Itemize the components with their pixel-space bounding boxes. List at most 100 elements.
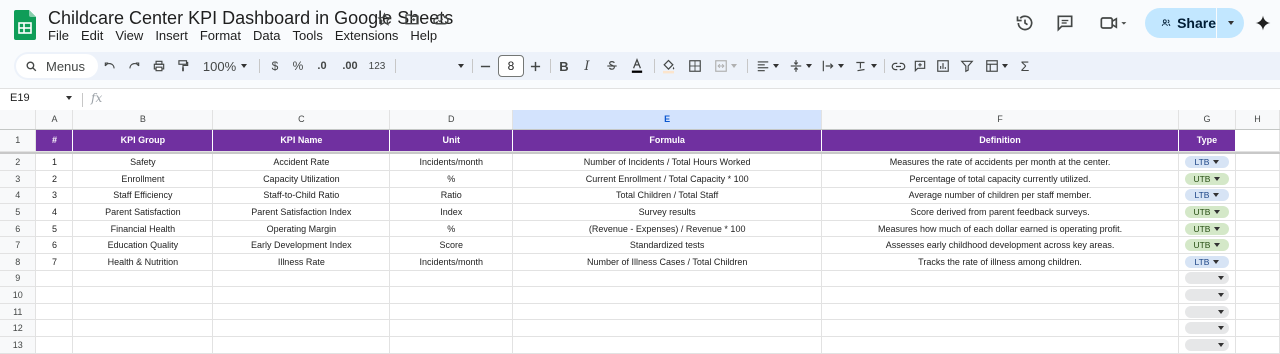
- share-button[interactable]: Share: [1145, 8, 1244, 38]
- column-header-e[interactable]: E: [512, 110, 823, 130]
- table-cell[interactable]: [1235, 129, 1280, 152]
- table-cell[interactable]: [1235, 220, 1280, 238]
- table-cell[interactable]: Number of Illness Cases / Total Children: [512, 253, 823, 271]
- table-cell[interactable]: [821, 336, 1179, 354]
- table-cell[interactable]: Education Quality: [72, 236, 214, 255]
- table-cell[interactable]: Measures the rate of accidents per month…: [821, 154, 1179, 172]
- type-dropdown-chip[interactable]: UTB: [1184, 206, 1229, 219]
- table-cell[interactable]: [35, 336, 74, 354]
- version-history-icon[interactable]: [1012, 10, 1038, 36]
- table-cell[interactable]: Number of Incidents / Total Hours Worked: [512, 154, 823, 172]
- column-header-g[interactable]: G: [1178, 110, 1236, 130]
- table-cell[interactable]: 2: [35, 170, 74, 188]
- row-header[interactable]: 13: [0, 336, 37, 354]
- table-cell[interactable]: (Revenue - Expenses) / Revenue * 100: [512, 220, 823, 238]
- italic-button[interactable]: I: [580, 56, 594, 76]
- table-cell[interactable]: [389, 286, 514, 304]
- table-cell[interactable]: Early Development Index: [212, 236, 391, 255]
- undo-icon[interactable]: [102, 56, 118, 76]
- table-cell[interactable]: [212, 303, 391, 321]
- table-cell[interactable]: Score: [389, 236, 514, 255]
- row-header[interactable]: 3: [0, 170, 37, 188]
- table-cell[interactable]: Capacity Utilization: [212, 170, 391, 188]
- column-header-h[interactable]: H: [1235, 110, 1280, 130]
- type-dropdown-chip[interactable]: UTB: [1184, 239, 1229, 252]
- table-cell[interactable]: [389, 270, 514, 288]
- vertical-align-icon[interactable]: [787, 56, 813, 76]
- table-cell[interactable]: Standardized tests: [512, 236, 823, 255]
- cloud-saved-icon[interactable]: [430, 9, 450, 29]
- row-header[interactable]: 2: [0, 154, 37, 172]
- table-cell[interactable]: [212, 270, 391, 288]
- table-cell[interactable]: [512, 286, 823, 304]
- menus-search[interactable]: Menus: [16, 54, 98, 78]
- table-cell[interactable]: Index: [389, 203, 514, 221]
- spreadsheet-grid[interactable]: A B C D E F G H 1 # KPI Group KPI Name U…: [0, 110, 1280, 354]
- table-cell[interactable]: Percentage of total capacity currently u…: [821, 170, 1179, 188]
- table-cell[interactable]: Health & Nutrition: [72, 253, 214, 271]
- increase-decimal-button[interactable]: .00: [339, 56, 361, 76]
- table-cell[interactable]: [821, 286, 1179, 304]
- table-cell[interactable]: [212, 319, 391, 338]
- row-header[interactable]: 10: [0, 286, 37, 304]
- borders-icon[interactable]: [687, 56, 703, 76]
- insert-link-icon[interactable]: [890, 56, 906, 76]
- gemini-icon[interactable]: [1250, 10, 1276, 36]
- type-dropdown-chip[interactable]: LTB: [1184, 189, 1229, 202]
- horizontal-align-icon[interactable]: [754, 56, 780, 76]
- text-color-icon[interactable]: [629, 56, 645, 76]
- empty-dropdown-chip[interactable]: [1184, 322, 1229, 335]
- functions-icon[interactable]: Σ: [1017, 56, 1033, 76]
- table-cell[interactable]: Assesses early childhood development acr…: [821, 236, 1179, 255]
- print-icon[interactable]: [151, 56, 167, 76]
- table-cell[interactable]: Current Enrollment / Total Capacity * 10…: [512, 170, 823, 188]
- table-cell[interactable]: [389, 303, 514, 321]
- table-cell[interactable]: Incidents/month: [389, 253, 514, 271]
- table-cell[interactable]: Staff-to-Child Ratio: [212, 187, 391, 205]
- table-cell[interactable]: [512, 270, 823, 288]
- fill-color-icon[interactable]: [660, 56, 676, 76]
- row-header[interactable]: 4: [0, 187, 37, 205]
- row-header[interactable]: 7: [0, 236, 37, 255]
- menu-help[interactable]: Help: [410, 28, 443, 43]
- table-cell[interactable]: [512, 303, 823, 321]
- row-header[interactable]: 1: [0, 129, 37, 152]
- table-cell[interactable]: Score derived from parent feedback surve…: [821, 203, 1179, 221]
- decrease-decimal-button[interactable]: .0: [313, 56, 331, 76]
- header-cell-number[interactable]: #: [35, 129, 74, 152]
- name-box[interactable]: E19: [10, 92, 72, 104]
- share-dropdown[interactable]: [1217, 21, 1244, 25]
- table-cell[interactable]: [1235, 303, 1280, 321]
- table-cell[interactable]: [72, 303, 214, 321]
- table-cell[interactable]: [35, 286, 74, 304]
- table-cell[interactable]: [1235, 170, 1280, 188]
- table-cell[interactable]: [1235, 154, 1280, 172]
- row-header[interactable]: 11: [0, 303, 37, 321]
- number-format-button[interactable]: 123: [366, 56, 388, 76]
- table-cell[interactable]: Illness Rate: [212, 253, 391, 271]
- table-cell[interactable]: [35, 303, 74, 321]
- empty-dropdown-chip[interactable]: [1184, 272, 1229, 285]
- menu-insert[interactable]: Insert: [155, 28, 194, 43]
- redo-icon[interactable]: [126, 56, 142, 76]
- filter-views-icon[interactable]: [982, 56, 1010, 76]
- column-header-b[interactable]: B: [72, 110, 214, 130]
- type-dropdown-chip[interactable]: UTB: [1184, 222, 1229, 235]
- header-cell-unit[interactable]: Unit: [389, 129, 514, 152]
- table-cell[interactable]: [1235, 253, 1280, 271]
- select-all-corner[interactable]: [0, 110, 37, 130]
- meet-icon[interactable]: [1094, 10, 1132, 36]
- sheets-logo-icon[interactable]: [14, 10, 36, 40]
- type-dropdown-chip[interactable]: LTB: [1184, 255, 1229, 268]
- table-cell[interactable]: LTB: [1178, 154, 1236, 172]
- text-wrapping-icon[interactable]: [819, 56, 845, 76]
- table-cell[interactable]: [1178, 319, 1236, 338]
- table-cell[interactable]: [35, 319, 74, 338]
- merge-cells-icon[interactable]: [710, 56, 740, 76]
- table-cell[interactable]: Accident Rate: [212, 154, 391, 172]
- table-cell[interactable]: [821, 319, 1179, 338]
- table-cell[interactable]: 1: [35, 154, 74, 172]
- row-header[interactable]: 12: [0, 319, 37, 338]
- menu-view[interactable]: View: [115, 28, 149, 43]
- increase-font-size-button[interactable]: [528, 56, 542, 76]
